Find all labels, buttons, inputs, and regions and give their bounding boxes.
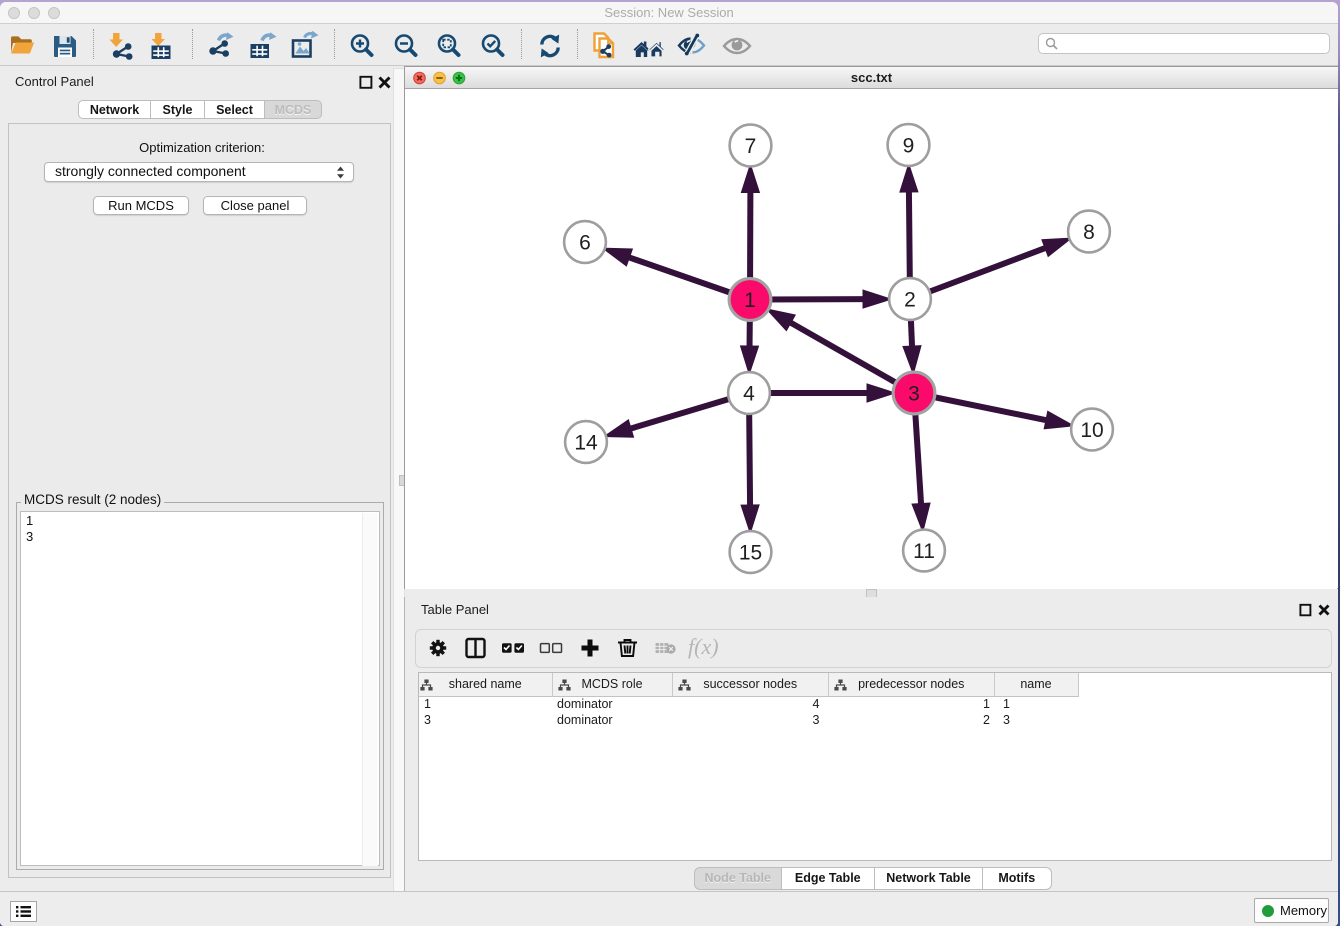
svg-text:6: 6	[579, 232, 591, 255]
svg-text:10: 10	[1080, 419, 1103, 442]
svg-text:3: 3	[908, 383, 920, 406]
svg-text:1: 1	[744, 289, 756, 312]
svg-text:9: 9	[903, 135, 915, 158]
svg-text:14: 14	[574, 432, 598, 455]
svg-text:2: 2	[904, 289, 916, 312]
svg-text:8: 8	[1083, 221, 1095, 244]
svg-text:7: 7	[745, 135, 757, 158]
svg-text:4: 4	[743, 383, 755, 406]
svg-text:15: 15	[739, 542, 762, 565]
svg-text:11: 11	[913, 540, 935, 563]
